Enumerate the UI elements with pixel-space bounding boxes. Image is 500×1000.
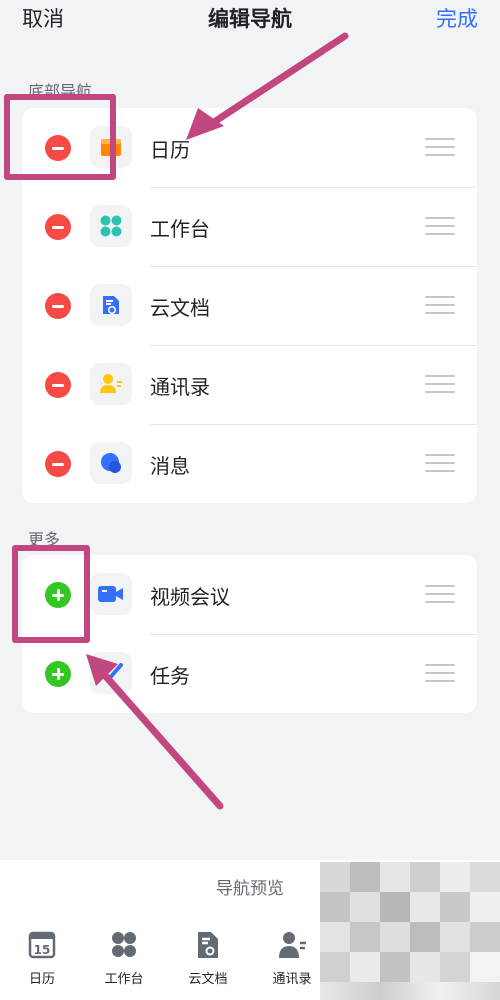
nav-item-row: 消息 — [22, 424, 477, 503]
contacts-icon — [90, 363, 132, 405]
cloud-doc-icon — [192, 930, 224, 960]
annotation-highlight-remove — [4, 94, 116, 180]
drag-handle-icon[interactable] — [425, 138, 455, 156]
drag-handle-icon[interactable] — [425, 454, 455, 472]
contacts-icon — [276, 930, 308, 960]
remove-button[interactable] — [45, 372, 71, 398]
remove-button[interactable] — [45, 214, 71, 240]
task-icon — [90, 652, 132, 694]
minus-icon — [52, 462, 64, 466]
minus-icon — [52, 225, 64, 229]
more-item-label: 任务 — [150, 664, 190, 688]
cancel-button[interactable]: 取消 — [22, 3, 64, 33]
preview-tab-cloud-doc[interactable]: 云文档 — [166, 930, 250, 987]
workspace-icon — [90, 205, 132, 247]
nav-item-row: 通讯录 — [22, 345, 477, 424]
more-item-row: 任务 — [22, 634, 477, 713]
done-button[interactable]: 完成 — [436, 3, 478, 33]
more-card: 视频会议 任务 — [22, 555, 477, 713]
page-title: 编辑导航 — [208, 7, 292, 31]
nav-item-label: 云文档 — [150, 296, 210, 320]
preview-tab-label: 日历 — [28, 972, 55, 987]
workspace-icon — [108, 930, 140, 960]
message-icon — [90, 442, 132, 484]
preview-tab-calendar[interactable]: 15 日历 — [0, 930, 84, 987]
more-item-label: 视频会议 — [150, 585, 230, 609]
nav-item-label: 消息 — [150, 454, 190, 478]
drag-handle-icon[interactable] — [425, 296, 455, 314]
nav-item-label: 日历 — [150, 138, 190, 162]
nav-item-label: 工作台 — [150, 217, 210, 241]
minus-icon — [52, 383, 64, 387]
nav-header: 取消 编辑导航 完成 — [0, 0, 500, 36]
preview-tab-label: 工作台 — [104, 972, 144, 987]
nav-item-label: 通讯录 — [150, 375, 210, 399]
calendar-icon: 15 — [26, 930, 58, 960]
minus-icon — [52, 304, 64, 308]
remove-button[interactable] — [45, 451, 71, 477]
add-button[interactable] — [45, 661, 71, 687]
annotation-highlight-add — [12, 545, 90, 643]
drag-handle-icon[interactable] — [425, 585, 455, 603]
cloud-doc-icon — [90, 284, 132, 326]
nav-item-row: 云文档 — [22, 266, 477, 345]
calendar-date-text: 15 — [34, 943, 51, 957]
remove-button[interactable] — [45, 293, 71, 319]
drag-handle-icon[interactable] — [425, 375, 455, 393]
pixelated-watermark — [320, 862, 500, 1000]
drag-handle-icon[interactable] — [425, 664, 455, 682]
preview-tab-workspace[interactable]: 工作台 — [82, 930, 166, 987]
video-meeting-icon — [90, 573, 132, 615]
plus-icon-vertical — [56, 668, 60, 680]
nav-item-row: 工作台 — [22, 187, 477, 266]
drag-handle-icon[interactable] — [425, 217, 455, 235]
more-item-row: 视频会议 — [22, 555, 477, 634]
preview-tab-label: 云文档 — [188, 972, 228, 987]
